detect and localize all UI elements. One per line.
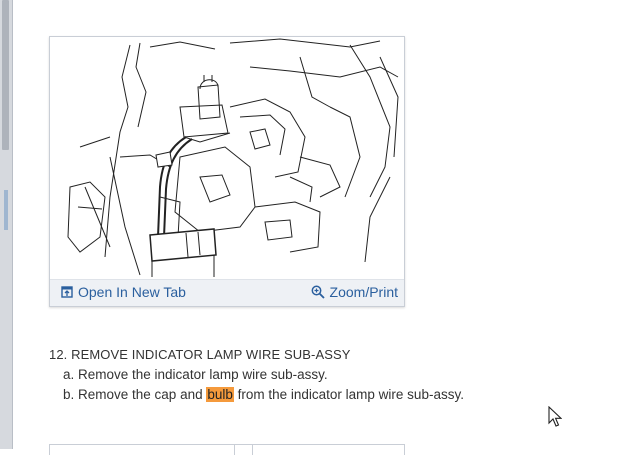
scrollbar-marker <box>4 190 8 230</box>
next-figure-frame <box>49 444 405 455</box>
substep-b-text-after: from the indicator lamp wire sub-assy. <box>233 387 464 402</box>
zoom-icon <box>311 285 325 299</box>
left-scrollbar[interactable] <box>0 0 13 449</box>
diagram-figure: Open In New Tab Zoom/Print <box>49 36 405 307</box>
zoom-print-label: Zoom/Print <box>329 284 398 300</box>
mouse-pointer-icon <box>548 406 562 427</box>
step-title: 12. REMOVE INDICATOR LAMP WIRE SUB-ASSY <box>49 347 351 362</box>
substep-a: a. Remove the indicator lamp wire sub-as… <box>63 367 328 382</box>
substep-b-text-before: b. Remove the cap and <box>63 387 207 402</box>
zoom-print-button[interactable]: Zoom/Print <box>311 284 398 300</box>
open-in-new-tab-label: Open In New Tab <box>78 284 186 300</box>
scrollbar-thumb[interactable] <box>2 0 9 150</box>
open-in-new-tab-button[interactable]: Open In New Tab <box>61 284 186 300</box>
figure-toolbar: Open In New Tab Zoom/Print <box>50 279 404 306</box>
indicator-lamp-illustration <box>67 38 399 277</box>
substep-b: b. Remove the cap and bulb from the indi… <box>63 387 464 402</box>
open-tab-icon <box>61 286 73 298</box>
search-highlight: bulb <box>206 387 234 402</box>
